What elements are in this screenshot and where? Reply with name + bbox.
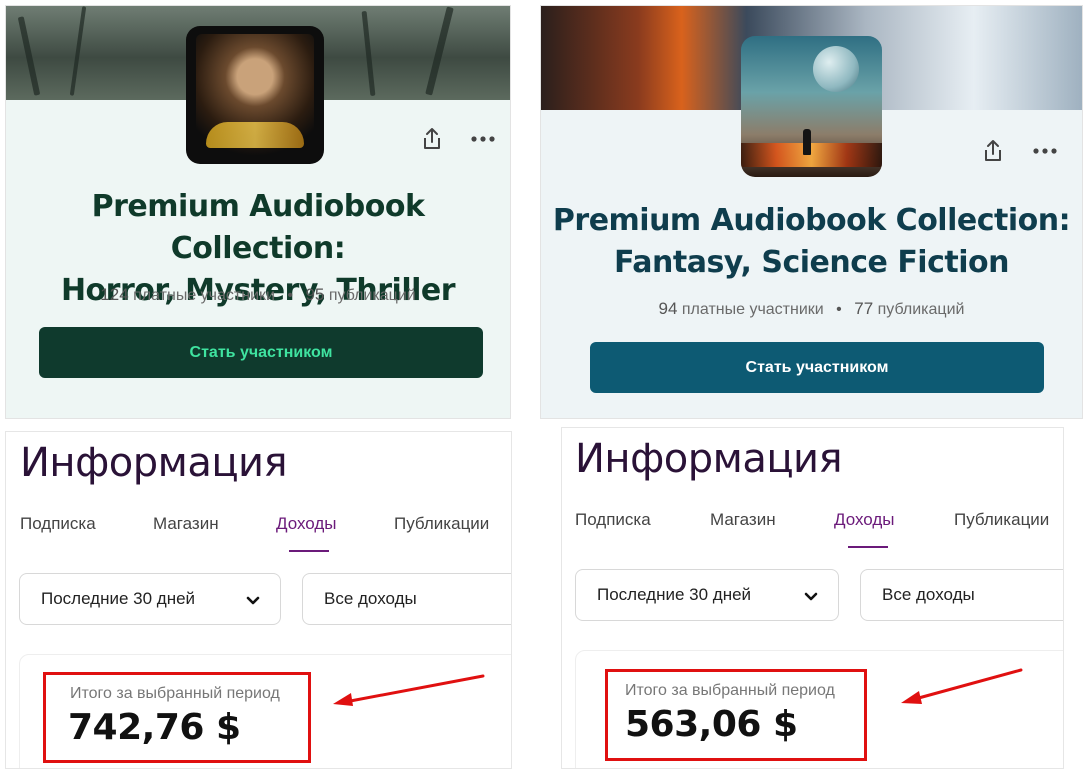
- join-button[interactable]: Стать участником: [39, 327, 483, 378]
- share-icon[interactable]: [980, 138, 1006, 164]
- annotation-arrow: [333, 674, 485, 706]
- tab-bar: Подписка Магазин Доходы Публикации: [562, 510, 1063, 550]
- banner-tree: [361, 10, 376, 97]
- period-select[interactable]: Последние 30 дней: [19, 573, 281, 625]
- more-icon[interactable]: [470, 126, 496, 152]
- tab-posts[interactable]: Публикации: [394, 514, 489, 534]
- title-line: Premium Audiobook Collection:: [91, 189, 425, 266]
- tab-shop[interactable]: Магазин: [710, 510, 776, 530]
- page-title: Информация: [575, 436, 843, 482]
- share-icon[interactable]: [419, 126, 445, 152]
- income-type-value: Все доходы: [882, 585, 975, 604]
- period-select-value: Последние 30 дней: [41, 589, 196, 608]
- highlight-box: [605, 669, 867, 761]
- chevron-down-icon: [804, 587, 818, 607]
- posts-count: 77: [854, 299, 874, 318]
- separator-dot: •: [836, 301, 842, 318]
- more-icon[interactable]: [1032, 138, 1058, 164]
- screenshot-root: Premium Audiobook Collection: Horror, My…: [0, 0, 1088, 772]
- highlight-box: [43, 672, 311, 763]
- avatar-artwork: [813, 46, 859, 92]
- members-count: 124: [100, 285, 129, 304]
- title-line: Premium Audiobook Collection:: [552, 203, 1071, 238]
- tab-posts[interactable]: Публикации: [954, 510, 1049, 530]
- avatar-artwork-detail: [206, 122, 304, 148]
- tab-shop[interactable]: Магазин: [153, 514, 219, 534]
- avatar-artwork-detail: [803, 129, 811, 155]
- tab-income[interactable]: Доходы: [834, 510, 895, 530]
- creator-title: Premium Audiobook Collection: Fantasy, S…: [541, 200, 1082, 284]
- posts-count: 95: [305, 285, 325, 304]
- tab-subscription[interactable]: Подписка: [20, 514, 96, 534]
- creator-stats: 94 платные участники • 77 публикаций: [541, 299, 1082, 319]
- active-tab-indicator: [848, 546, 888, 548]
- tab-income[interactable]: Доходы: [276, 514, 337, 534]
- members-count: 94: [658, 299, 678, 318]
- members-label: платные участники: [681, 301, 824, 318]
- banner-tree: [69, 6, 87, 96]
- separator-dot: •: [287, 287, 294, 304]
- chevron-down-icon: [246, 591, 260, 611]
- income-type-select[interactable]: Все доходы: [860, 569, 1063, 621]
- creator-stats: 124 платные участники • 95 публикаций: [6, 285, 510, 305]
- creator-card-horror: Premium Audiobook Collection: Horror, My…: [5, 5, 511, 419]
- creator-avatar[interactable]: [186, 26, 324, 164]
- title-line: Fantasy, Science Fiction: [614, 245, 1009, 280]
- avatar-artwork-detail: [741, 143, 882, 167]
- creator-card-fantasy: Premium Audiobook Collection: Fantasy, S…: [540, 5, 1083, 419]
- banner-tree: [17, 16, 41, 96]
- posts-label: публикаций: [877, 301, 965, 318]
- income-type-select[interactable]: Все доходы: [302, 573, 511, 625]
- tab-subscription[interactable]: Подписка: [575, 510, 651, 530]
- annotation-arrow: [901, 668, 1023, 704]
- period-select-value: Последние 30 дней: [597, 585, 752, 604]
- page-title: Информация: [20, 440, 288, 486]
- members-label: платные участники: [133, 287, 275, 304]
- join-button[interactable]: Стать участником: [590, 342, 1044, 393]
- creator-avatar[interactable]: [741, 36, 882, 177]
- tab-bar: Подписка Магазин Доходы Публикации: [6, 514, 511, 554]
- period-select[interactable]: Последние 30 дней: [575, 569, 839, 621]
- posts-label: публикаций: [328, 287, 416, 304]
- active-tab-indicator: [289, 550, 329, 552]
- banner-tree: [425, 6, 454, 96]
- income-type-value: Все доходы: [324, 589, 417, 608]
